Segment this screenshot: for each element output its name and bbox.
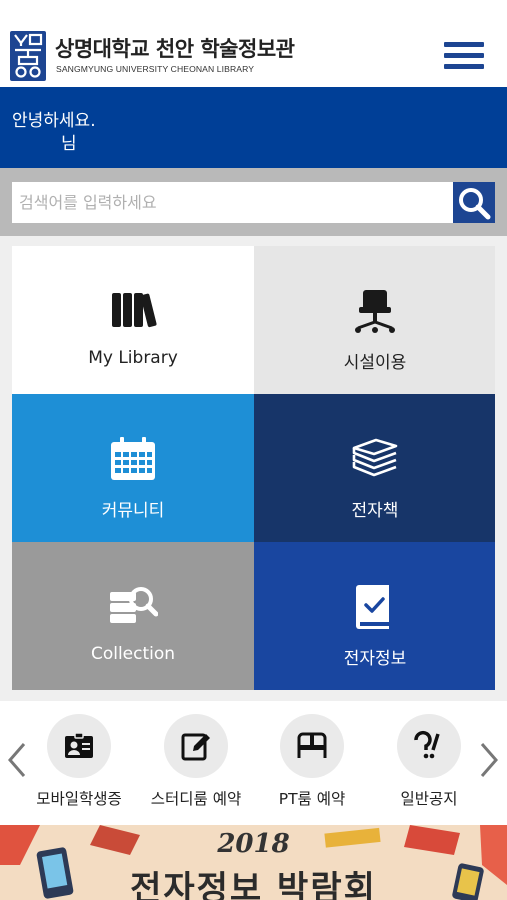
menu-bar-bottom: [444, 64, 484, 69]
stacked-books-icon: [352, 438, 398, 477]
tile-collection[interactable]: Collection: [12, 542, 254, 690]
quick-link-label: 모바일학생증: [36, 790, 122, 808]
checked-book-icon: [356, 585, 389, 629]
greeting-banner: 안녕하세요. 님: [0, 87, 507, 168]
tile-community[interactable]: 커뮤니티: [12, 394, 254, 542]
smu-logo-icon[interactable]: [10, 31, 46, 81]
user-name-text: 님: [61, 134, 77, 154]
app-header: 상명대학교 천안 학술정보관 SANGMYUNG UNIVERSITY CHEO…: [0, 0, 507, 87]
tile-label: My Library: [88, 348, 178, 368]
banner-title: 전자정보 박람회: [130, 869, 377, 900]
hamburger-menu-icon: [444, 42, 484, 47]
id-card-icon: [65, 732, 93, 758]
tile-label: 전자책: [351, 501, 399, 521]
tile-facility-use[interactable]: 시설이용: [254, 246, 495, 394]
quick-link-circle: [397, 714, 461, 778]
quick-link-mobile-id[interactable]: 모바일학생증: [24, 714, 134, 814]
event-banner[interactable]: 2018 전자정보 박람회: [0, 825, 507, 900]
books-icon: [112, 293, 157, 328]
quick-link-label: 스터디룸 예약: [150, 790, 242, 808]
tile-label: 시설이용: [343, 353, 407, 373]
search-bar: [0, 168, 507, 236]
quick-link-label: PT룸 예약: [278, 790, 346, 808]
chevron-right-icon: [480, 743, 498, 777]
hamburger-menu-button[interactable]: [441, 38, 486, 74]
search-button[interactable]: [453, 182, 495, 223]
calendar-icon: [111, 437, 155, 480]
search-input[interactable]: [12, 182, 453, 223]
quick-link-circle: [164, 714, 228, 778]
library-subtitle: SANGMYUNG UNIVERSITY CHEONAN LIBRARY: [56, 64, 255, 74]
office-chair-icon: [355, 290, 395, 333]
greeting-text: 안녕하세요.: [12, 111, 96, 131]
edit-note-icon: [181, 733, 210, 761]
quick-link-circle: [280, 714, 344, 778]
tile-e-resources[interactable]: 전자정보: [254, 542, 495, 690]
tile-label: 커뮤니티: [101, 501, 165, 521]
quick-link-study-room[interactable]: 스터디룸 예약: [141, 714, 251, 814]
database-search-icon: [110, 587, 158, 623]
library-title: 상명대학교 천안 학술정보관: [55, 37, 295, 61]
quick-link-notice[interactable]: 일반공지: [374, 714, 484, 814]
tile-my-library[interactable]: My Library: [12, 246, 254, 394]
tile-ebook[interactable]: 전자책: [254, 394, 495, 542]
main-menu-grid: My Library 시설이용 커뮤니티 전자책 Collection 전자정보: [0, 236, 507, 701]
tile-label: 전자정보: [343, 649, 407, 669]
quick-link-label: 일반공지: [400, 790, 458, 808]
room-door-icon: [297, 732, 327, 758]
carousel-next-button[interactable]: [474, 740, 502, 780]
quick-link-pt-room[interactable]: PT룸 예약: [257, 714, 367, 814]
banner-year: 2018: [217, 829, 290, 859]
quick-links-carousel: 모바일학생증 스터디룸 예약 PT룸 예약 일반공지: [0, 701, 507, 821]
question-exclamation-icon: [414, 730, 440, 759]
quick-link-circle: [47, 714, 111, 778]
search-icon: [459, 188, 491, 220]
menu-bar-middle: [444, 53, 484, 58]
tile-label: Collection: [90, 644, 176, 664]
